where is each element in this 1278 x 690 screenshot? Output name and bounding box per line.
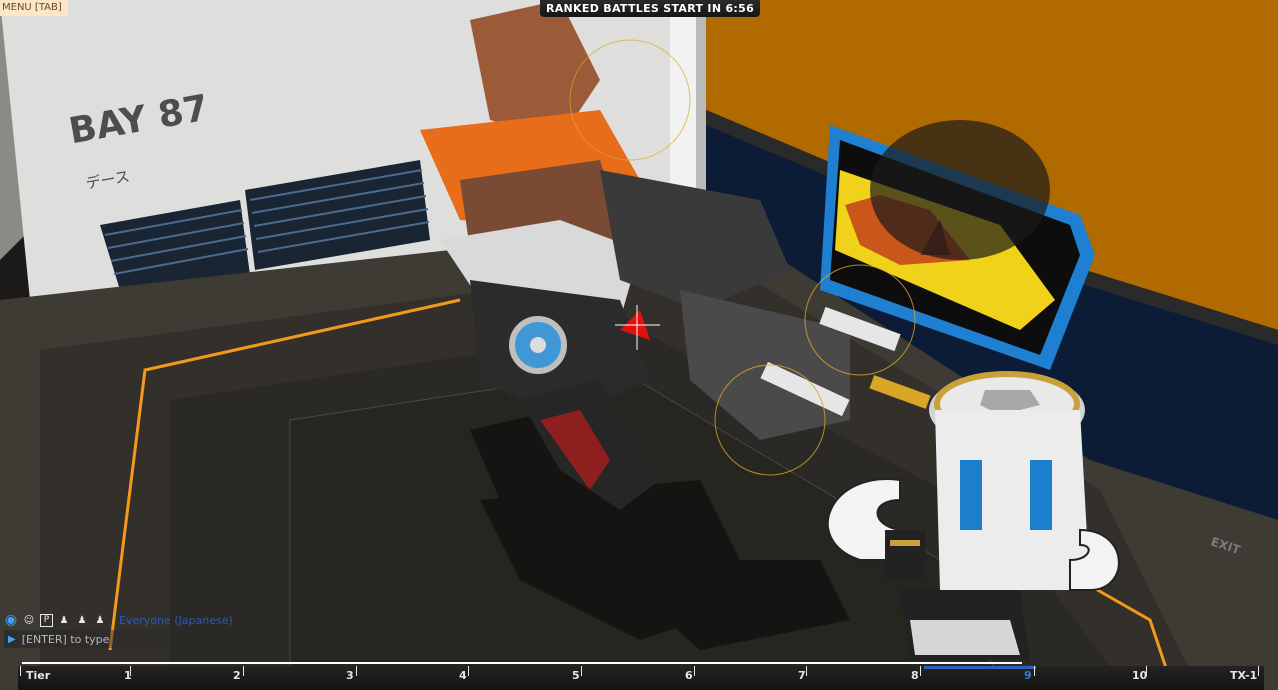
tier-label: TX-1: [1230, 669, 1258, 682]
friend-3-icon[interactable]: ♟: [93, 613, 107, 627]
chat-channel-label[interactable]: Everyone (Japanese): [119, 614, 233, 627]
chat-toolbar: ◉ ☺ P ♟ ♟ ♟ Everyone (Japanese): [4, 610, 294, 630]
tier-label: 8: [911, 669, 919, 682]
tier-current-highlight: [924, 666, 1036, 669]
tier-label: Tier: [26, 669, 51, 682]
party-icon[interactable]: P: [40, 613, 53, 627]
friend-2-icon[interactable]: ♟: [75, 613, 89, 627]
tier-label: 6: [685, 669, 693, 682]
globe-icon[interactable]: ◉: [4, 612, 18, 628]
tier-label: 3: [346, 669, 354, 682]
person-icon[interactable]: ☺: [22, 613, 36, 627]
tier-label: 4: [459, 669, 467, 682]
chat-arrow-icon: ▶: [8, 633, 16, 645]
friend-1-icon[interactable]: ♟: [57, 613, 71, 627]
tier-label: 2: [233, 669, 241, 682]
tier-label: 7: [798, 669, 806, 682]
menu-button[interactable]: MENU [TAB]: [0, 0, 68, 16]
tier-label-current: 9: [1024, 669, 1032, 682]
ranked-countdown: RANKED BATTLES START IN 6:56: [540, 0, 760, 17]
tier-label: 1: [124, 669, 132, 682]
tier-bar: Tier 1 2 3 4 5 6 7 8 9 10 TX-1: [18, 658, 1264, 690]
tier-label: 5: [572, 669, 580, 682]
tier-progress-track: [22, 662, 1022, 664]
chat-input-row: ▶: [4, 630, 294, 648]
chat-input[interactable]: [21, 632, 262, 646]
tier-label: 10: [1132, 669, 1148, 682]
